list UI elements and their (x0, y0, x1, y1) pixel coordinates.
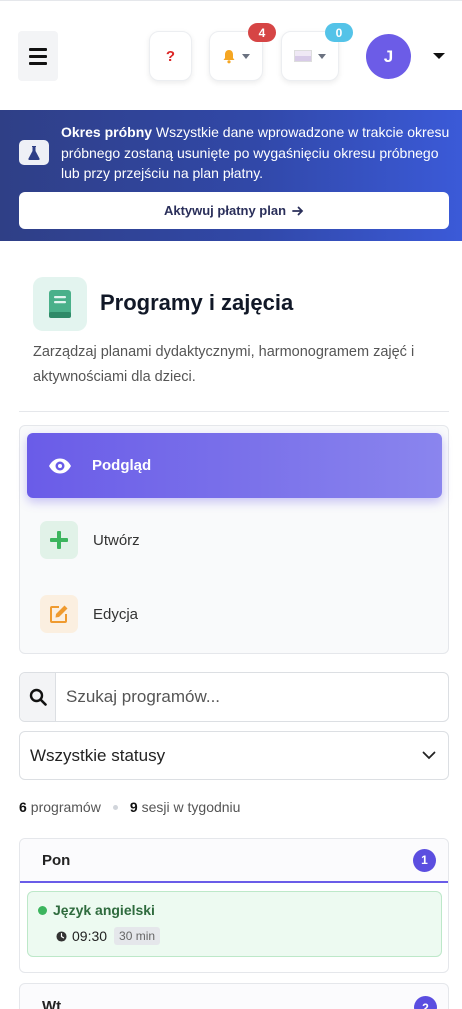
status-filter-value: Wszystkie statusy (30, 745, 166, 765)
notifications-button[interactable]: 4 (209, 23, 276, 81)
search-icon (20, 673, 56, 721)
search-box (19, 672, 449, 722)
session-name: Język angielski (53, 902, 155, 918)
menu-item-preview[interactable]: Podgląd (27, 433, 442, 498)
page-title: Programy i zajęcia (100, 290, 294, 315)
menu-item-label: Podgląd (92, 457, 152, 474)
user-menu-chevron-icon[interactable] (433, 53, 445, 59)
sessions-count: 9 (129, 799, 138, 815)
session-item[interactable]: Język angielski 09:30 30 min (27, 891, 442, 957)
page-header: Programy i zajęcia Zarządzaj planami dyd… (19, 262, 449, 412)
trial-message: Okres próbny Wszystkie dane wprowadzone … (61, 122, 456, 184)
user-avatar[interactable]: J (366, 34, 411, 79)
flask-icon (19, 140, 49, 165)
separator-dot (112, 804, 118, 810)
menu-icon-line (29, 61, 47, 65)
section-menu: Podgląd Utwórz Edycja (19, 425, 449, 654)
menu-item-edit[interactable]: Edycja (40, 594, 430, 634)
day-session-count: 1 (413, 848, 436, 872)
chevron-down-icon (422, 751, 436, 760)
top-bar: ? 4 0 J (0, 0, 462, 110)
help-button[interactable]: ? (149, 31, 192, 81)
activate-paid-plan-label: Aktywuj płatny plan (163, 203, 287, 218)
day-card-tuesday: Wt 2 (19, 983, 449, 1009)
day-header: Pon 1 (20, 839, 448, 883)
edit-icon (40, 595, 78, 633)
search-input[interactable] (56, 673, 448, 721)
day-card-monday: Pon 1 Język angielski 09:30 30 min (19, 838, 449, 973)
help-icon: ? (165, 47, 176, 65)
arrow-right-icon (292, 206, 304, 215)
flag-icon (294, 50, 312, 62)
trial-title: Okres próbny (61, 124, 153, 140)
bell-icon (223, 49, 235, 63)
session-duration: 30 min (114, 927, 161, 945)
menu-icon-line (29, 47, 47, 51)
menu-item-label: Edycja (93, 605, 139, 623)
day-session-count: 2 (414, 996, 437, 1009)
chevron-down-icon (242, 53, 250, 59)
status-dot (38, 905, 47, 915)
menu-icon-line (29, 54, 47, 58)
activate-paid-plan-button[interactable]: Aktywuj płatny plan (19, 192, 449, 229)
summary-stats: 6 programów 9 sesji w tygodniu (19, 799, 240, 815)
session-start-time: 09:30 (72, 928, 108, 944)
status-filter-select[interactable]: Wszystkie statusy (19, 731, 449, 780)
messages-badge: 0 (325, 23, 353, 42)
day-name: Pon (42, 851, 71, 869)
hamburger-menu-button[interactable] (18, 31, 58, 81)
menu-item-label: Utwórz (93, 531, 140, 549)
eye-icon (47, 458, 73, 474)
notifications-badge: 4 (248, 23, 276, 42)
programs-label: programów (30, 799, 101, 815)
sessions-label: sesji w tygodniu (141, 799, 241, 815)
session-time: 09:30 30 min (56, 927, 161, 945)
language-button[interactable]: 0 (281, 23, 353, 81)
chevron-down-icon (318, 53, 326, 59)
page-description: Zarządzaj planami dydaktycznymi, harmono… (33, 344, 415, 385)
book-icon (33, 277, 87, 331)
plus-icon (40, 521, 78, 559)
menu-item-create[interactable]: Utwórz (40, 520, 430, 560)
day-name: Wt (42, 998, 62, 1009)
clock-icon (56, 930, 67, 942)
programs-count: 6 (19, 799, 27, 815)
session-title: Język angielski (38, 902, 155, 918)
